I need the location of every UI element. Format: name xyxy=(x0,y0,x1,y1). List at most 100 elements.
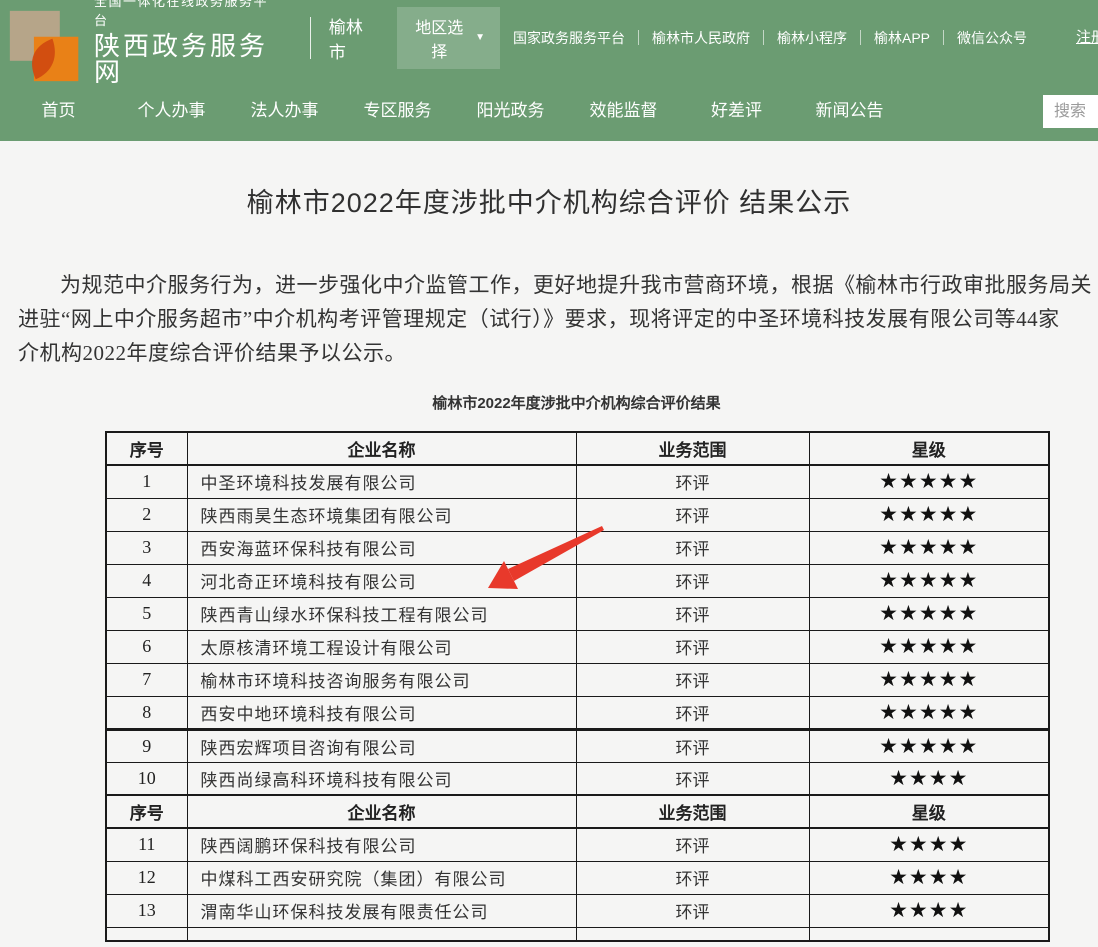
nav-item-好差评[interactable]: 好差评 xyxy=(680,96,793,121)
cell-name: 陕西阔鹏环保科技有限公司 xyxy=(187,828,576,861)
cell-empty xyxy=(576,927,809,941)
cell-stars: ★★★★★ xyxy=(809,597,1049,630)
cell-stars: ★★★★★ xyxy=(809,531,1049,564)
nav-item-阳光政务[interactable]: 阳光政务 xyxy=(454,96,567,121)
cell-scope: 环评 xyxy=(576,630,809,663)
table-row: 3西安海蓝环保科技有限公司环评★★★★★ xyxy=(106,531,1049,564)
cell-name: 渭南华山环保科技发展有限责任公司 xyxy=(187,894,576,927)
cell-scope: 环评 xyxy=(576,861,809,894)
cell-stars: ★★★★★ xyxy=(809,696,1049,729)
column-header: 星级 xyxy=(809,795,1049,828)
cell-scope: 环评 xyxy=(576,564,809,597)
cell-scope: 环评 xyxy=(576,597,809,630)
table-row: 5陕西青山绿水环保科技工程有限公司环评★★★★★ xyxy=(106,597,1049,630)
cell-name: 西安海蓝环保科技有限公司 xyxy=(187,531,576,564)
cell-name: 陕西雨昊生态环境集团有限公司 xyxy=(187,498,576,531)
table-row: 7榆林市环境科技咨询服务有限公司环评★★★★★ xyxy=(106,663,1049,696)
cell-stars: ★★★★ xyxy=(809,894,1049,927)
cell-no: 1 xyxy=(106,465,187,498)
cell-empty xyxy=(809,927,1049,941)
table-row: 1中圣环境科技发展有限公司环评★★★★★ xyxy=(106,465,1049,498)
cell-empty xyxy=(187,927,576,941)
table-row: 10陕西尚绿高科环境科技有限公司环评★★★★ xyxy=(106,762,1049,795)
cell-scope: 环评 xyxy=(576,465,809,498)
header-top-row: 全国一体化在线政务服务平台 陕西政务服务网 榆林市 地区选择 ▼ 国家政务服务平… xyxy=(0,0,1098,75)
cell-stars: ★★★★★ xyxy=(809,498,1049,531)
evaluation-table: 序号企业名称业务范围星级1中圣环境科技发展有限公司环评★★★★★2陕西雨昊生态环… xyxy=(105,431,1050,942)
cell-no: 12 xyxy=(106,861,187,894)
table-header-row: 序号企业名称业务范围星级 xyxy=(106,432,1049,465)
cell-scope: 环评 xyxy=(576,828,809,861)
clipped-row xyxy=(106,927,1049,941)
register-link[interactable]: 注册 xyxy=(1076,26,1098,47)
cell-stars: ★★★★ xyxy=(809,828,1049,861)
cell-stars: ★★★★★ xyxy=(809,729,1049,762)
nav-item-效能监督[interactable]: 效能监督 xyxy=(567,96,680,121)
column-header: 序号 xyxy=(106,432,187,465)
table-row: 13渭南华山环保科技发展有限责任公司环评★★★★ xyxy=(106,894,1049,927)
announcement-paragraph: 为规范中介服务行为，进一步强化中介监管工作，更好地提升我市营商环境，根据《榆林市… xyxy=(18,268,1098,370)
chevron-down-icon: ▼ xyxy=(475,33,485,43)
main-nav: 首页个人办事法人办事专区服务阳光政务效能监督好差评新闻公告 xyxy=(0,75,1098,141)
column-header: 企业名称 xyxy=(187,795,576,828)
cell-no: 3 xyxy=(106,531,187,564)
table-caption: 榆林市2022年度涉批中介机构综合评价结果 xyxy=(105,392,1048,413)
nav-item-个人办事[interactable]: 个人办事 xyxy=(115,96,228,121)
cell-no: 11 xyxy=(106,828,187,861)
cell-stars: ★★★★★ xyxy=(809,663,1049,696)
region-selector-label: 地区选择 xyxy=(412,14,468,62)
top-link[interactable]: 榆林小程序 xyxy=(764,28,860,48)
cell-scope: 环评 xyxy=(576,663,809,696)
nav-item-法人办事[interactable]: 法人办事 xyxy=(228,96,341,121)
cell-name: 太原核清环境工程设计有限公司 xyxy=(187,630,576,663)
cell-name: 中煤科工西安研究院（集团）有限公司 xyxy=(187,861,576,894)
cell-no: 8 xyxy=(106,696,187,729)
current-city[interactable]: 榆林市 xyxy=(329,13,375,63)
cell-no: 13 xyxy=(106,894,187,927)
page: 全国一体化在线政务服务平台 陕西政务服务网 榆林市 地区选择 ▼ 国家政务服务平… xyxy=(0,0,1098,947)
top-links: 国家政务服务平台榆林市人民政府榆林小程序榆林APP微信公众号 xyxy=(500,28,1040,48)
top-link[interactable]: 国家政务服务平台 xyxy=(500,28,638,48)
column-header: 业务范围 xyxy=(576,432,809,465)
search-input[interactable] xyxy=(1043,95,1098,128)
article: 榆林市2022年度涉批中介机构综合评价 结果公示 为规范中介服务行为，进一步强化… xyxy=(0,181,1098,942)
paragraph-line: 进驻“网上中介服务超市”中介机构考评管理规定（试行）》要求，现将评定的中圣环境科… xyxy=(18,302,1098,336)
cell-scope: 环评 xyxy=(576,894,809,927)
column-header: 业务范围 xyxy=(576,795,809,828)
site-name: 陕西政务服务网 xyxy=(94,33,276,85)
cell-name: 陕西尚绿高科环境科技有限公司 xyxy=(187,762,576,795)
cell-name: 西安中地环境科技有限公司 xyxy=(187,696,576,729)
cell-stars: ★★★★ xyxy=(809,762,1049,795)
top-link[interactable]: 榆林市人民政府 xyxy=(639,28,763,48)
table-row: 8西安中地环境科技有限公司环评★★★★★ xyxy=(106,696,1049,729)
nav-item-新闻公告[interactable]: 新闻公告 xyxy=(793,96,906,121)
paragraph-line: 介机构2022年度综合评价结果予以公示。 xyxy=(18,336,1098,370)
brand-divider xyxy=(310,17,311,59)
table-header-row: 序号企业名称业务范围星级 xyxy=(106,795,1049,828)
table-row: 9陕西宏辉项目咨询有限公司环评★★★★★ xyxy=(106,729,1049,762)
top-link[interactable]: 微信公众号 xyxy=(944,28,1040,48)
nav-item-首页[interactable]: 首页 xyxy=(2,96,115,121)
cell-no: 9 xyxy=(106,729,187,762)
cell-name: 陕西青山绿水环保科技工程有限公司 xyxy=(187,597,576,630)
cell-no: 10 xyxy=(106,762,187,795)
cell-scope: 环评 xyxy=(576,762,809,795)
paragraph-line: 为规范中介服务行为，进一步强化中介监管工作，更好地提升我市营商环境，根据《榆林市… xyxy=(18,268,1098,302)
cell-scope: 环评 xyxy=(576,729,809,762)
top-link[interactable]: 榆林APP xyxy=(861,28,943,48)
cell-scope: 环评 xyxy=(576,498,809,531)
region-selector-button[interactable]: 地区选择 ▼ xyxy=(397,7,500,69)
page-title: 榆林市2022年度涉批中介机构综合评价 结果公示 xyxy=(0,181,1098,220)
cell-name: 榆林市环境科技咨询服务有限公司 xyxy=(187,663,576,696)
table-row: 2陕西雨昊生态环境集团有限公司环评★★★★★ xyxy=(106,498,1049,531)
platform-label: 全国一体化在线政务服务平台 xyxy=(94,0,276,29)
cell-name: 陕西宏辉项目咨询有限公司 xyxy=(187,729,576,762)
cell-name: 河北奇正环境科技有限公司 xyxy=(187,564,576,597)
cell-empty xyxy=(106,927,187,941)
column-header: 企业名称 xyxy=(187,432,576,465)
nav-item-专区服务[interactable]: 专区服务 xyxy=(341,96,454,121)
table-row: 6太原核清环境工程设计有限公司环评★★★★★ xyxy=(106,630,1049,663)
cell-no: 4 xyxy=(106,564,187,597)
cell-scope: 环评 xyxy=(576,696,809,729)
cell-stars: ★★★★★ xyxy=(809,465,1049,498)
